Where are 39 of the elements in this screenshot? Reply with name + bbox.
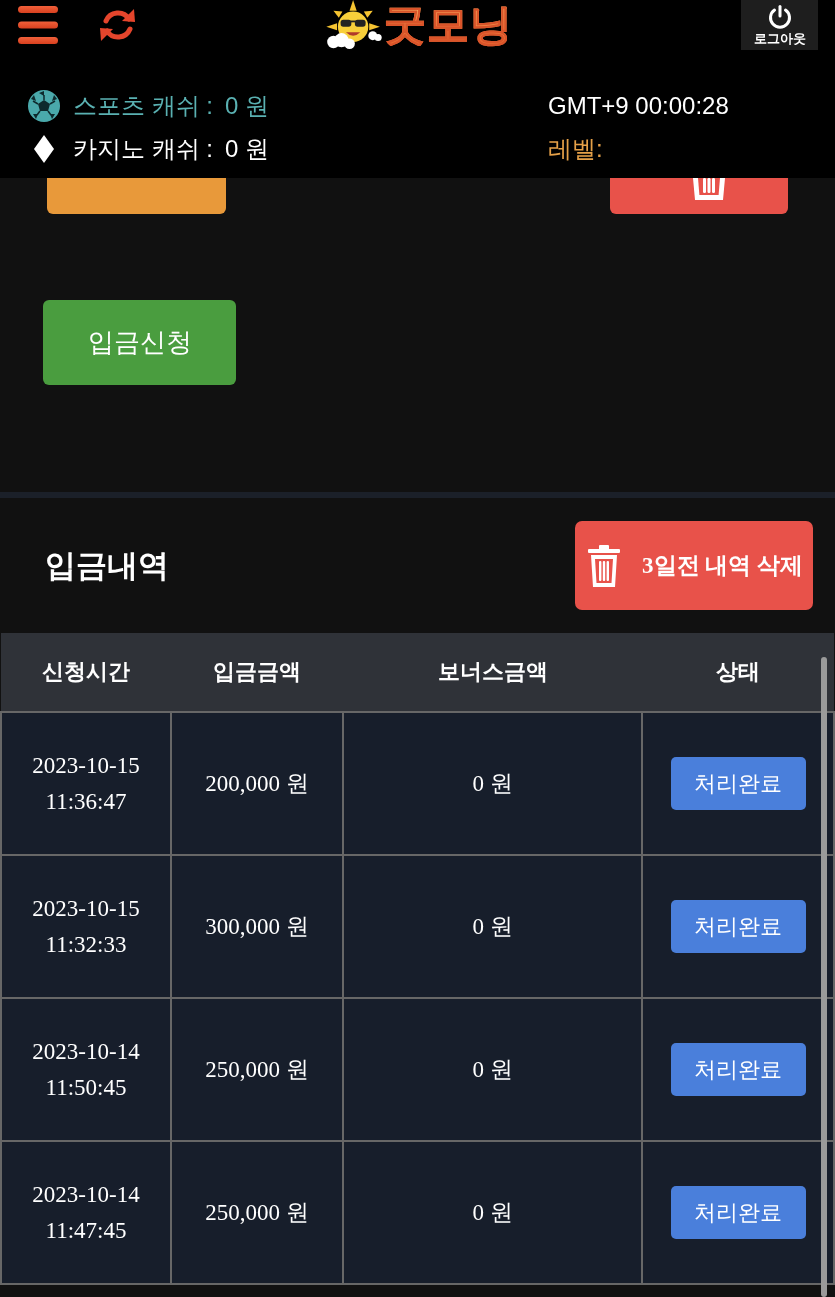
- table-cell: 0 원: [343, 855, 642, 998]
- table-cell: 2023-10-14 11:50:45: [1, 998, 171, 1141]
- logout-button[interactable]: 로그아웃: [741, 0, 818, 50]
- table-cell: 200,000 원: [171, 712, 343, 855]
- cash-label: 스포츠 캐쉬 :: [73, 90, 214, 121]
- table-cell: 2023-10-15 11:36:47: [1, 712, 171, 855]
- menu-icon[interactable]: [18, 6, 58, 44]
- trash-button[interactable]: [610, 178, 788, 214]
- cash-value: 0 원: [225, 133, 269, 164]
- level-label: 레벨:: [548, 133, 603, 164]
- table-cell: 0 원: [343, 998, 642, 1141]
- trash-icon: [693, 178, 725, 200]
- cash-value: 0 원: [225, 90, 269, 121]
- power-icon: [767, 4, 792, 29]
- soccer-ball-icon: [28, 89, 60, 122]
- status-badge: 처리완료: [670, 757, 806, 810]
- table-cell: 250,000 원: [171, 998, 343, 1141]
- diamond-icon: [34, 134, 54, 163]
- table-cell: 250,000 원: [171, 1141, 343, 1284]
- table-cell: 2023-10-15 11:32:33: [1, 855, 171, 998]
- column-header: 입금금액: [171, 633, 343, 712]
- column-header: 보너스금액: [343, 633, 642, 712]
- table-cell: 300,000 원: [171, 855, 343, 998]
- table-cell: 0 원: [343, 1141, 642, 1284]
- cash-label: 카지노 캐쉬 :: [73, 133, 214, 164]
- status-badge: 처리완료: [670, 1043, 806, 1096]
- status-badge: 처리완료: [670, 900, 806, 953]
- table-cell: 0 원: [343, 712, 642, 855]
- column-header: 신청시간: [1, 633, 171, 712]
- clock-text: GMT+9 00:00:28: [548, 91, 729, 120]
- table-cell: 2023-10-14 11:47:45: [1, 1141, 171, 1284]
- section-title: 입금내역: [45, 546, 169, 585]
- delete-history-button[interactable]: 3일전 내역 삭제: [575, 521, 813, 610]
- trash-icon: [588, 544, 620, 587]
- scrollbar-thumb[interactable]: [821, 657, 827, 1297]
- deposit-request-button[interactable]: 입금신청: [43, 300, 236, 385]
- status-badge: 처리완료: [670, 1186, 806, 1239]
- refresh-icon[interactable]: [100, 7, 136, 43]
- column-header: 상태: [642, 633, 834, 712]
